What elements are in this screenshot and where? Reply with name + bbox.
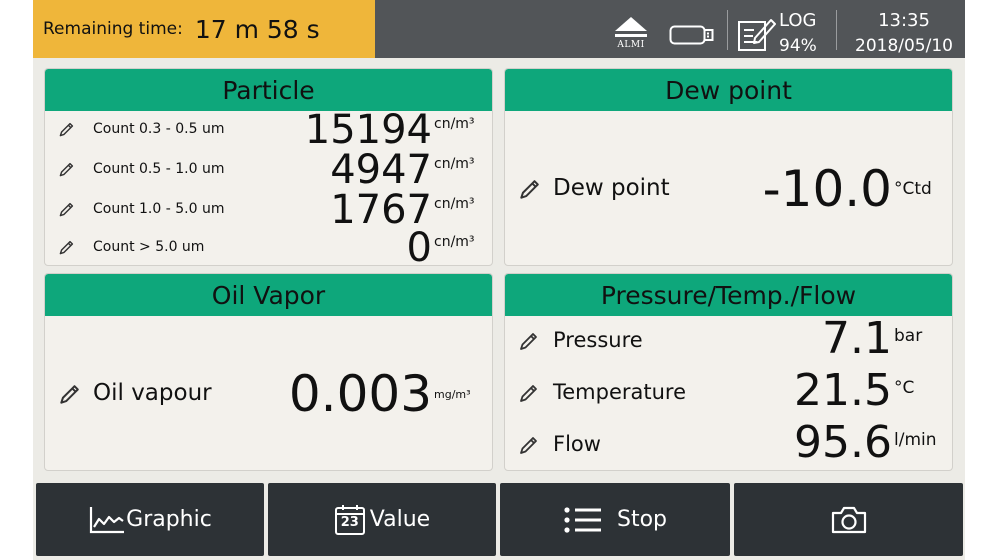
pencil-icon[interactable]	[518, 179, 540, 201]
ptf-row-pressure: Pressure 7.1 bar	[505, 314, 952, 370]
ptf-row-unit: °C	[894, 378, 915, 398]
ptf-row-label: Flow	[553, 432, 601, 456]
particle-row-unit: cn/m³	[434, 156, 475, 172]
status-divider	[836, 10, 837, 50]
particle-row-label: Count > 5.0 um	[93, 239, 205, 255]
dew-point-row: Dew point -10.0 °Ctd	[505, 111, 952, 265]
pencil-icon[interactable]	[58, 122, 74, 138]
ptf-row-label: Pressure	[553, 328, 643, 352]
pencil-icon[interactable]	[58, 240, 74, 256]
ptf-row-value: 21.5	[794, 365, 892, 416]
log-label: LOG	[779, 10, 817, 31]
stop-button-label: Stop	[616, 507, 667, 532]
dew-point-panel-title: Dew point	[505, 69, 952, 111]
particle-row-unit: cn/m³	[434, 116, 475, 132]
eject-icon	[615, 17, 647, 31]
pencil-icon[interactable]	[58, 202, 74, 218]
particle-row: Count > 5.0 um 0 cn/m³	[45, 225, 492, 265]
oil-vapor-unit: mg/m³	[434, 388, 471, 401]
pressure-temp-flow-panel-title: Pressure/Temp./Flow	[505, 274, 952, 316]
status-divider	[727, 10, 728, 50]
particle-row-label: Count 0.5 - 1.0 um	[93, 161, 225, 177]
pencil-icon[interactable]	[58, 162, 74, 178]
oil-vapor-value: 0.003	[288, 365, 432, 423]
ptf-row-unit: l/min	[894, 430, 937, 450]
stop-button[interactable]: Stop	[500, 483, 730, 556]
oil-vapor-panel-title: Oil Vapor	[45, 274, 492, 316]
oil-vapor-row: Oil vapour 0.003 mg/m³	[45, 316, 492, 470]
clock-date: 2018/05/10	[855, 36, 953, 56]
remaining-time-value: 17 m 58 s	[194, 14, 320, 44]
usb-stick-icon[interactable]	[669, 24, 715, 46]
particle-row-label: Count 0.3 - 0.5 um	[93, 121, 225, 137]
oil-vapor-panel: Oil Vapor Oil vapour 0.003 mg/m³	[44, 273, 493, 471]
particle-row-unit: cn/m³	[434, 234, 475, 250]
dew-point-panel: Dew point Dew point -10.0 °Ctd	[504, 68, 953, 266]
line-chart-icon	[90, 506, 125, 533]
ptf-row-value: 95.6	[794, 417, 892, 468]
oil-vapor-label: Oil vapour	[93, 380, 212, 406]
particle-panel: Particle Count 0.3 - 0.5 um 15194 cn/m³ …	[44, 68, 493, 266]
ptf-row-temperature: Temperature 21.5 °C	[505, 366, 952, 422]
ptf-row-unit: bar	[894, 326, 923, 346]
particle-row-label: Count 1.0 - 5.0 um	[93, 201, 225, 217]
list-icon	[564, 506, 601, 533]
pencil-icon[interactable]	[518, 384, 538, 404]
graphic-button-label: Graphic	[126, 507, 212, 532]
ptf-row-flow: Flow 95.6 l/min	[505, 418, 952, 470]
camera-button[interactable]	[734, 483, 963, 556]
value-button[interactable]: 23 Value	[268, 483, 496, 556]
calendar-icon-number: 23	[340, 514, 359, 530]
particle-row: Count 0.5 - 1.0 um 4947 cn/m³	[45, 147, 492, 193]
camera-icon	[831, 506, 866, 533]
remaining-time-label: Remaining time:	[43, 19, 183, 39]
status-bar: Remaining time: 17 m 58 s ALMI LOG 94% 1…	[33, 0, 965, 58]
pressure-temp-flow-panel: Pressure/Temp./Flow Pressure 7.1 bar Tem…	[504, 273, 953, 471]
dew-point-unit: °Ctd	[894, 179, 932, 199]
clock-time: 13:35	[878, 10, 930, 31]
particle-row: Count 0.3 - 0.5 um 15194 cn/m³	[45, 107, 492, 153]
remaining-time: Remaining time: 17 m 58 s	[33, 0, 375, 58]
value-button-label: Value	[369, 507, 431, 532]
ptf-row-label: Temperature	[553, 380, 687, 404]
device-screen: Remaining time: 17 m 58 s ALMI LOG 94% 1…	[33, 0, 965, 560]
particle-panel-title: Particle	[45, 69, 492, 111]
log-edit-icon[interactable]	[737, 14, 777, 52]
pencil-icon[interactable]	[518, 332, 538, 352]
almi-label: ALMI	[617, 40, 645, 50]
pencil-icon[interactable]	[58, 384, 80, 406]
ptf-row-value: 7.1	[822, 313, 892, 364]
dew-point-label: Dew point	[553, 175, 670, 201]
log-percent: 94%	[779, 36, 817, 56]
almi-indicator[interactable]: ALMI	[611, 14, 651, 54]
calendar-icon: 23	[334, 504, 366, 536]
dew-point-value: -10.0	[762, 160, 892, 218]
pencil-icon[interactable]	[518, 436, 538, 456]
particle-row-value: 0	[406, 225, 432, 266]
particle-row-unit: cn/m³	[434, 196, 475, 212]
graphic-button[interactable]: Graphic	[36, 483, 264, 556]
